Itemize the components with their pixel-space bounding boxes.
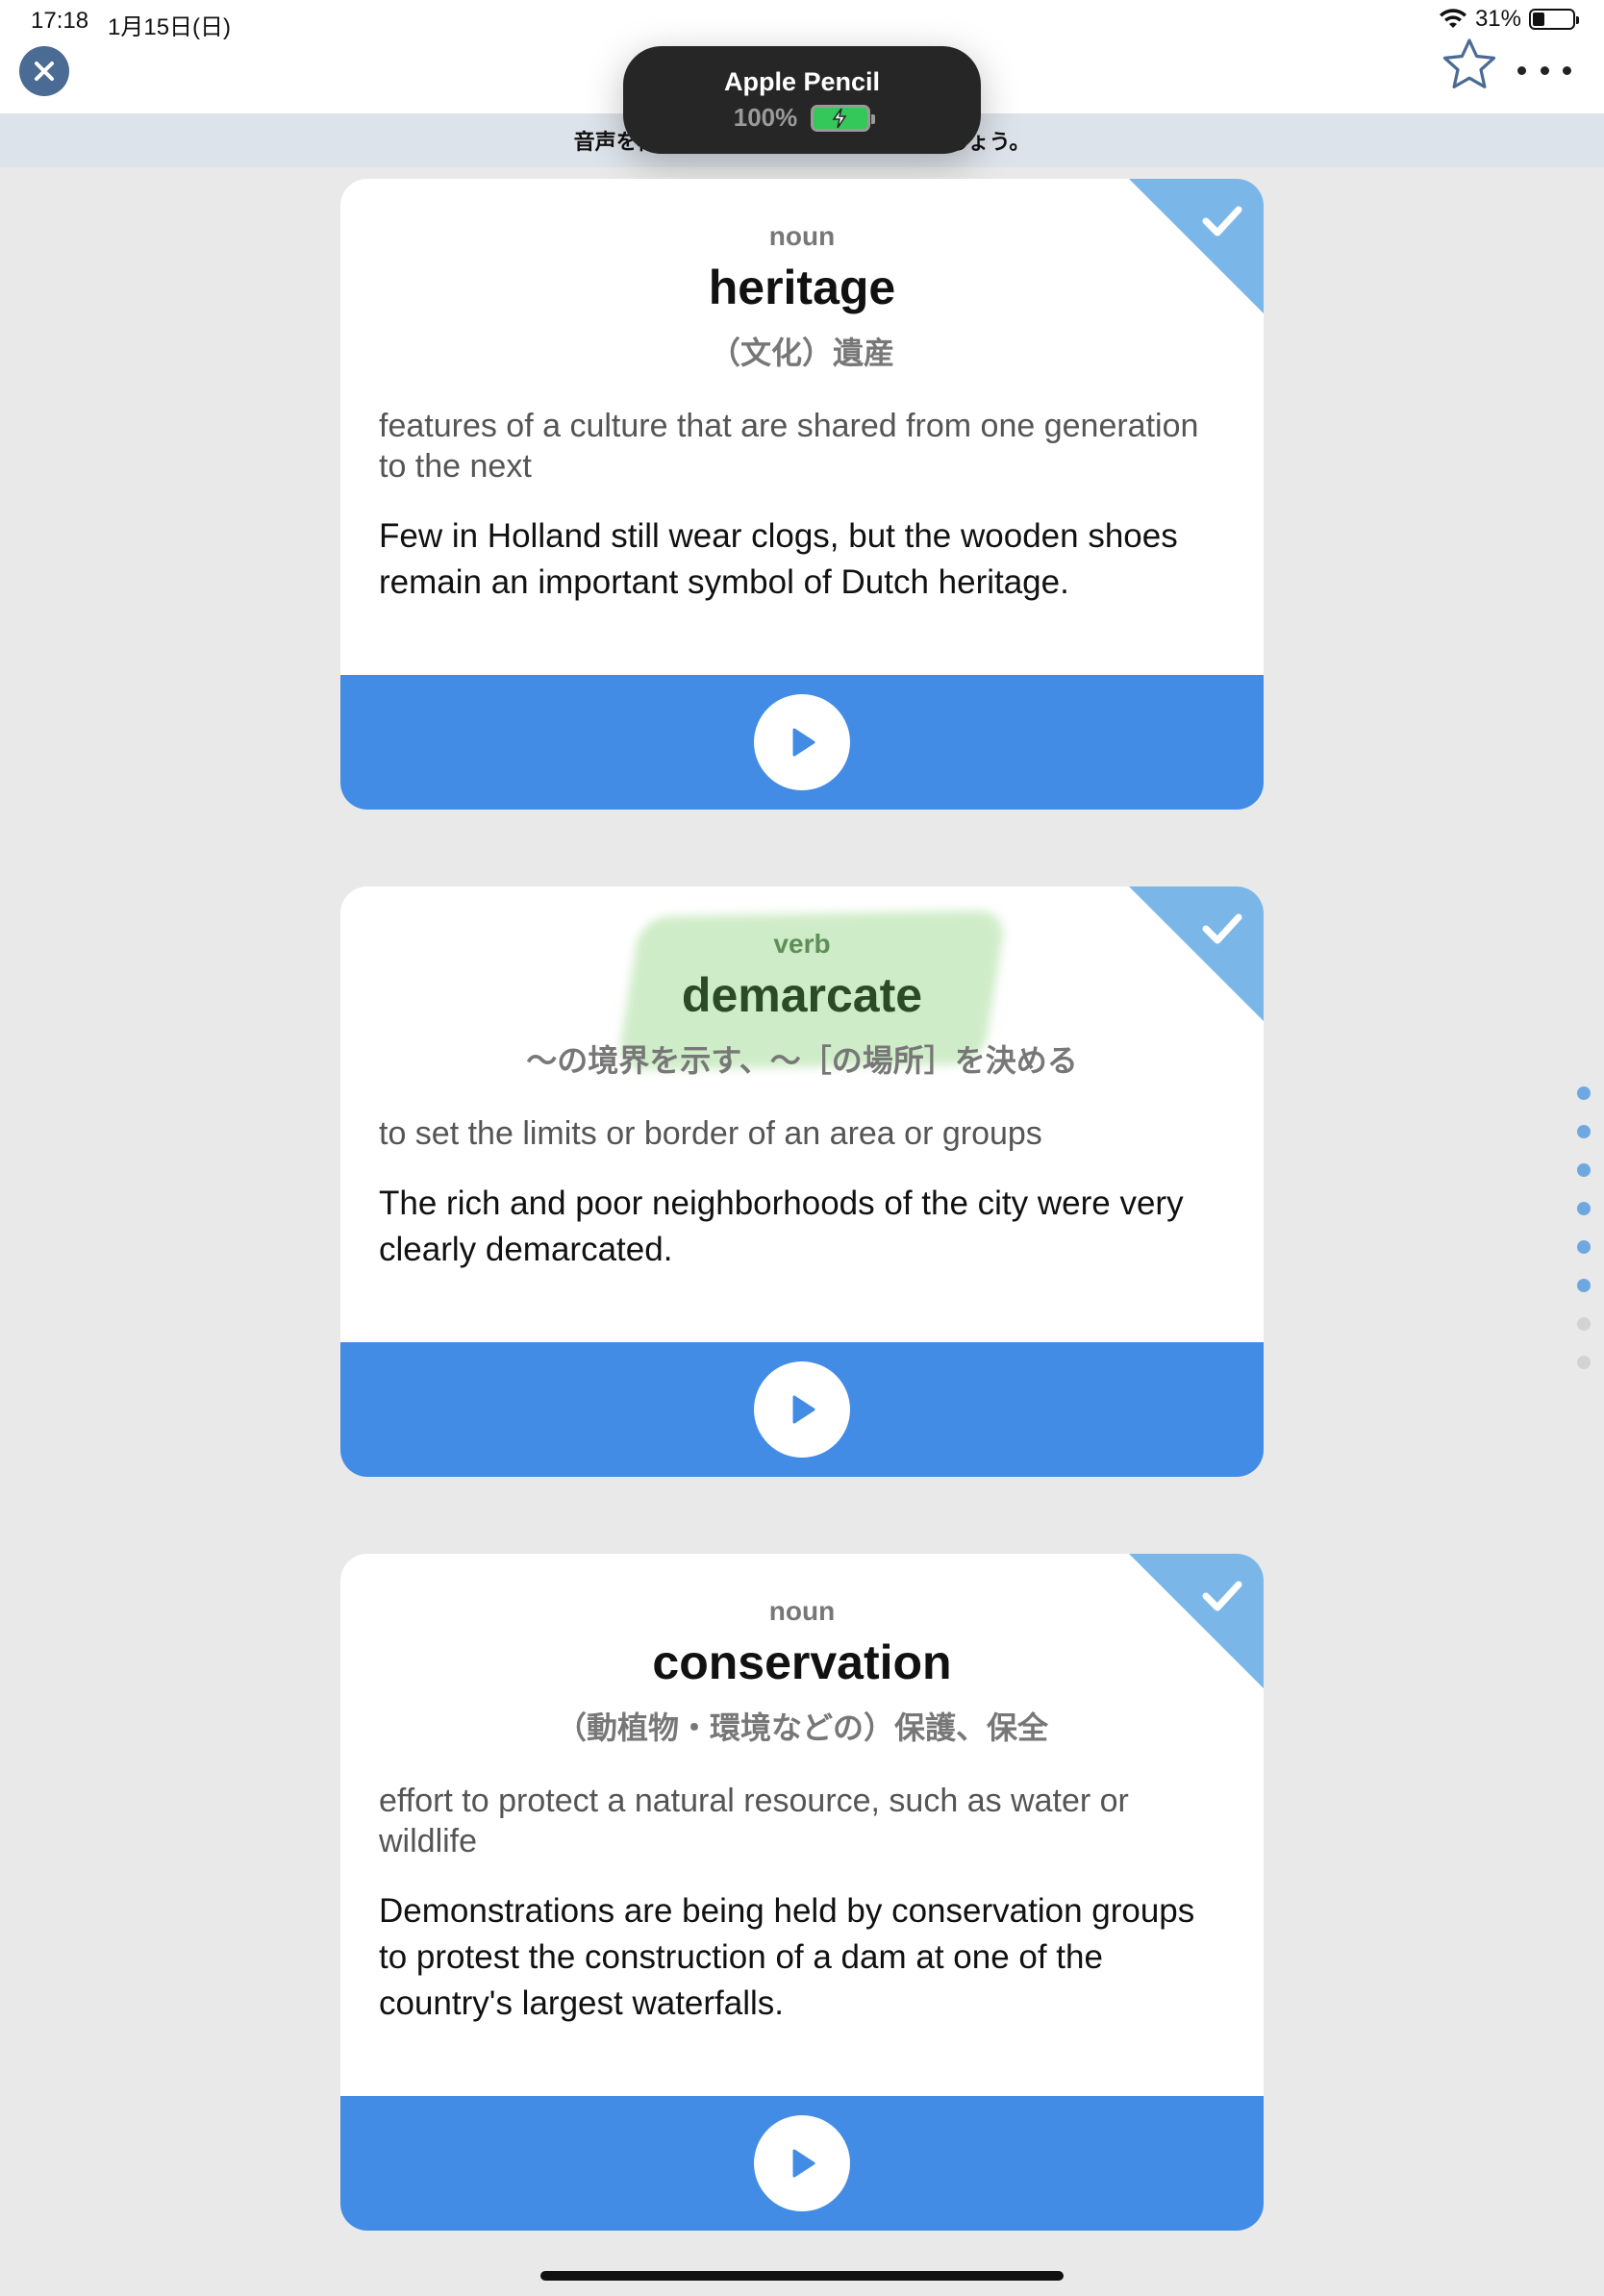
- page-dot[interactable]: [1577, 1317, 1591, 1331]
- page-dot[interactable]: [1577, 1202, 1591, 1215]
- word-card: noun heritage （文化）遺産 features of a cultu…: [340, 179, 1264, 810]
- more-options-button[interactable]: [1517, 54, 1571, 87]
- word-card: noun conservation （動植物・環境などの）保護、保全 effor…: [340, 1554, 1264, 2231]
- close-button[interactable]: [19, 46, 69, 96]
- part-of-speech: noun: [768, 221, 836, 251]
- vocab-word: demarcate: [681, 968, 923, 1022]
- play-icon: [792, 1395, 815, 1424]
- home-indicator[interactable]: [540, 2271, 1064, 2281]
- star-icon: [1442, 38, 1496, 88]
- battery-percent: 31%: [1474, 6, 1521, 32]
- page-dot[interactable]: [1577, 1356, 1591, 1369]
- status-date: 1月15日(日): [108, 14, 232, 40]
- definition-text: to set the limits or border of an area o…: [379, 1115, 1042, 1152]
- audio-play-bar[interactable]: [340, 2096, 1264, 2231]
- pencil-hud-percent: 100%: [733, 103, 798, 132]
- pencil-battery-hud: Apple Pencil 100%: [623, 46, 981, 154]
- battery-icon: [1529, 9, 1579, 30]
- definition-text: features of a culture that are shared fr…: [379, 408, 1199, 485]
- play-audio-button[interactable]: [754, 1361, 850, 1458]
- audio-play-bar[interactable]: [340, 1342, 1264, 1477]
- charging-battery-icon: [811, 104, 876, 132]
- play-icon: [792, 728, 815, 757]
- more-dot-icon: [1517, 65, 1526, 75]
- audio-play-bar[interactable]: [340, 675, 1264, 810]
- page-indicator[interactable]: [1577, 1086, 1592, 1394]
- close-icon: [35, 62, 54, 81]
- example-sentence: Few in Holland still wear clogs, but the…: [379, 517, 1178, 601]
- japanese-meaning: 〜の境界を示す、〜［の場所］を決める: [526, 1043, 1078, 1078]
- japanese-meaning: （動植物・環境などの）保護、保全: [555, 1710, 1048, 1745]
- pencil-hud-title: Apple Pencil: [723, 67, 881, 96]
- vocab-word: heritage: [708, 261, 896, 314]
- play-audio-button[interactable]: [754, 694, 850, 790]
- more-dot-icon: [1540, 65, 1549, 75]
- example-sentence: The rich and poor neighborhoods of the c…: [379, 1185, 1184, 1268]
- word-card: verb demarcate 〜の境界を示す、〜［の場所］を決める to set…: [340, 886, 1264, 1477]
- page-dot[interactable]: [1577, 1086, 1591, 1100]
- more-dot-icon: [1563, 65, 1571, 75]
- part-of-speech: noun: [768, 1596, 836, 1626]
- wifi-icon: [1439, 9, 1466, 28]
- definition-text: effort to protect a natural resource, su…: [379, 1783, 1129, 1859]
- play-audio-button[interactable]: [754, 2115, 850, 2211]
- favorite-button[interactable]: [1441, 37, 1498, 94]
- status-indicators: 31%: [1439, 6, 1579, 33]
- status-time: 17:18: [31, 8, 89, 34]
- japanese-meaning: （文化）遺産: [709, 336, 894, 370]
- page-dot[interactable]: [1577, 1240, 1591, 1254]
- page-dot[interactable]: [1577, 1125, 1591, 1138]
- vocab-word: conservation: [652, 1635, 952, 1689]
- page-dot[interactable]: [1577, 1279, 1591, 1292]
- play-icon: [792, 2149, 815, 2178]
- part-of-speech: verb: [773, 929, 831, 959]
- example-sentence: Demonstrations are being held by conserv…: [379, 1892, 1195, 2022]
- page-dot[interactable]: [1577, 1163, 1591, 1177]
